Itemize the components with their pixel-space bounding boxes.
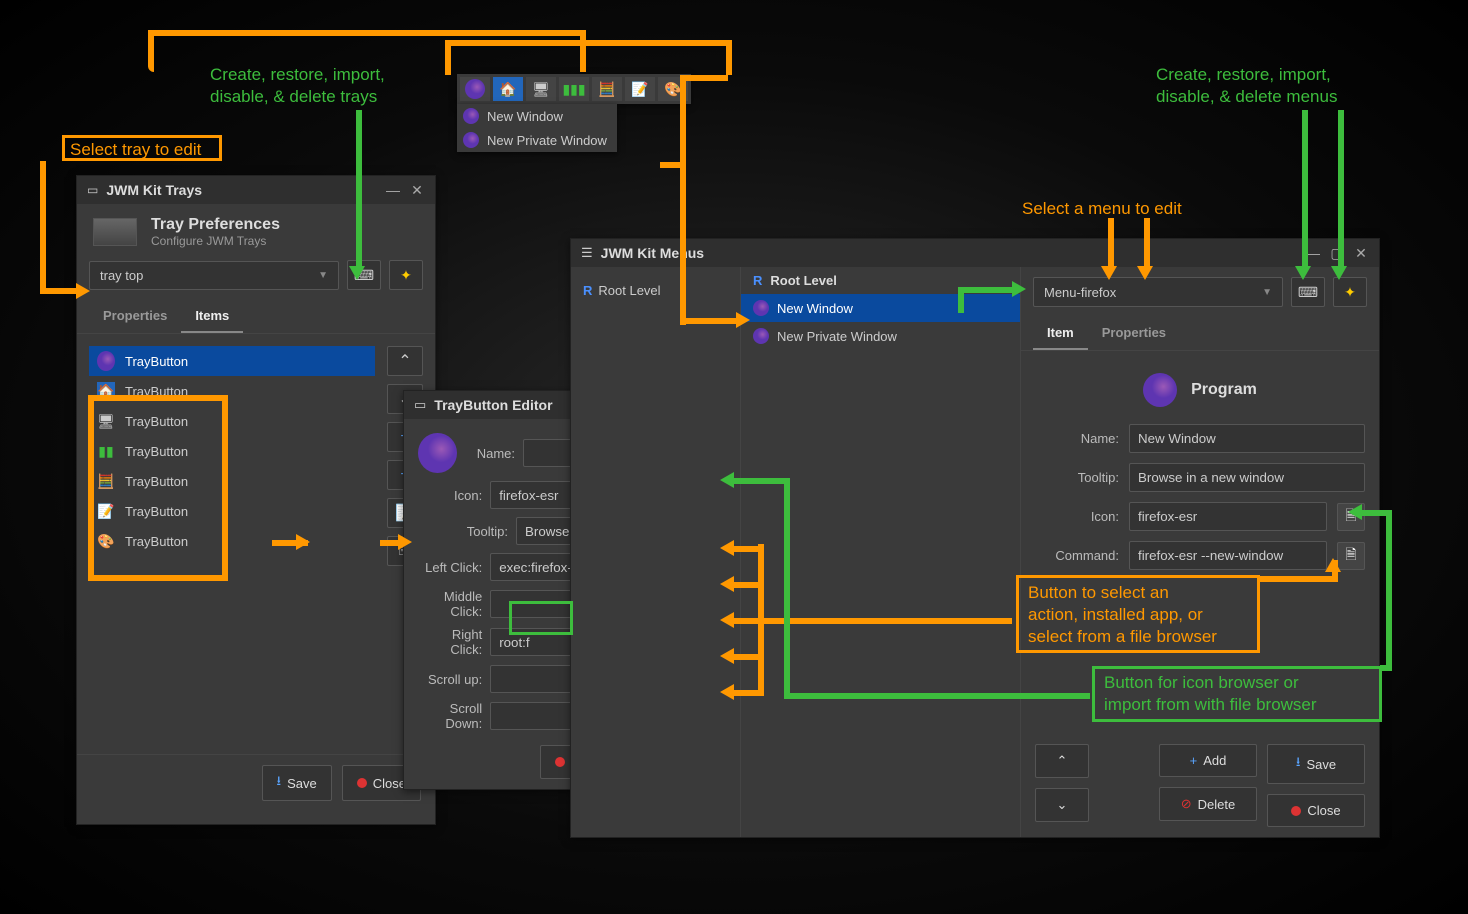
add-button[interactable]: +Add bbox=[1159, 744, 1257, 777]
trays-header: Tray Preferences Configure JWM Trays bbox=[77, 204, 435, 260]
annotation-box bbox=[509, 601, 573, 635]
firefox-icon bbox=[418, 433, 457, 473]
firefox-icon bbox=[1143, 373, 1177, 407]
tray-icon-home: 🏠 bbox=[493, 77, 523, 101]
tab-properties[interactable]: Properties bbox=[1088, 317, 1180, 350]
delete-button[interactable]: ⊘Delete bbox=[1159, 787, 1257, 821]
firefox-icon bbox=[97, 352, 115, 370]
note-icon: 📝 bbox=[97, 502, 115, 520]
close-button[interactable]: ✕ bbox=[409, 182, 425, 198]
window-icon: ☰ bbox=[581, 245, 593, 261]
annotation-box bbox=[62, 135, 222, 161]
terminal-icon: 🖥 bbox=[97, 412, 115, 430]
star-button[interactable]: ✦ bbox=[389, 260, 423, 290]
tray-icon-bars: ▮▮▮ bbox=[559, 77, 589, 101]
root-icon: R bbox=[583, 283, 592, 298]
menu-item[interactable]: New Window bbox=[741, 294, 1020, 322]
leftclick-label: Left Click: bbox=[418, 560, 482, 575]
editor-title: TrayButton Editor bbox=[434, 397, 552, 413]
tray-select-dropdown[interactable]: tray top▼ bbox=[89, 261, 339, 290]
icon-label: Icon: bbox=[418, 488, 482, 503]
move-up-button[interactable]: ⌃ bbox=[387, 346, 423, 376]
window-icon: ▭ bbox=[414, 397, 426, 413]
middleclick-label: Middle Click: bbox=[418, 589, 482, 619]
tray-menu-item[interactable]: New Window bbox=[457, 104, 617, 128]
name-input[interactable] bbox=[1129, 424, 1365, 453]
bars-icon: ▮▮ bbox=[97, 442, 115, 460]
trays-window: ▭ JWM Kit Trays — ✕ Tray Preferences Con… bbox=[76, 175, 436, 825]
list-item[interactable]: 🖥TrayButton bbox=[89, 406, 375, 436]
minimize-button[interactable]: — bbox=[385, 182, 401, 198]
trays-title: JWM Kit Trays bbox=[106, 182, 202, 198]
tray-menu-item[interactable]: New Private Window bbox=[457, 128, 617, 152]
icon-input[interactable] bbox=[1129, 502, 1327, 531]
tray-icon-note: 📝 bbox=[625, 77, 655, 101]
list-item[interactable]: TrayButton bbox=[89, 346, 375, 376]
tray-icon-calc: 🧮 bbox=[592, 77, 622, 101]
browse-command-button[interactable] bbox=[1337, 542, 1365, 570]
annotation: Create, restore, import, disable, & dele… bbox=[210, 64, 385, 108]
menus-window: ☰ JWM Kit Menus — ▢ ✕ RRoot Level RRoot … bbox=[570, 238, 1380, 838]
window-icon: ▭ bbox=[87, 183, 98, 197]
move-down-button[interactable]: ⌄ bbox=[1035, 788, 1089, 822]
trays-tabs: Properties Items bbox=[77, 300, 435, 334]
icon-label: Icon: bbox=[1035, 509, 1119, 524]
tree-root-item[interactable]: RRoot Level bbox=[571, 277, 740, 304]
menu-select-dropdown[interactable]: Menu-firefox▼ bbox=[1033, 277, 1283, 307]
list-item[interactable]: 📝TrayButton bbox=[89, 496, 375, 526]
tooltip-input[interactable] bbox=[1129, 463, 1365, 492]
annotation: Create, restore, import, disable, & dele… bbox=[1156, 64, 1337, 108]
header-title: Tray Preferences bbox=[151, 216, 280, 234]
tab-items[interactable]: Items bbox=[181, 300, 243, 333]
menus-titlebar: ☰ JWM Kit Menus — ▢ ✕ bbox=[571, 239, 1379, 267]
program-header: Program bbox=[1035, 361, 1365, 419]
name-label: Name: bbox=[1035, 431, 1119, 446]
firefox-icon bbox=[753, 300, 769, 316]
menu-editor-panel: Menu-firefox▼ ⌨ ✦ Item Properties Progra… bbox=[1021, 267, 1379, 837]
list-item[interactable]: 🧮TrayButton bbox=[89, 466, 375, 496]
tray-items-list: TrayButton 🏠TrayButton 🖥TrayButton ▮▮Tra… bbox=[89, 346, 375, 742]
scrollup-label: Scroll up: bbox=[418, 672, 482, 687]
annotation-box bbox=[1092, 666, 1382, 722]
tray-preview: 🏠 🖥 ▮▮▮ 🧮 📝 🎨 bbox=[457, 74, 691, 104]
menu-item[interactable]: New Private Window bbox=[741, 322, 1020, 350]
annotation-box bbox=[1016, 575, 1260, 653]
chevron-down-icon: ▼ bbox=[1262, 287, 1272, 298]
rightclick-label: Right Click: bbox=[418, 627, 482, 657]
close-button[interactable]: ✕ bbox=[1353, 245, 1369, 261]
command-label: Command: bbox=[1035, 548, 1119, 563]
keyboard-button[interactable]: ⌨ bbox=[1291, 277, 1325, 307]
chevron-down-icon: ▼ bbox=[318, 270, 328, 281]
list-item[interactable]: ▮▮TrayButton bbox=[89, 436, 375, 466]
list-item[interactable]: 🏠TrayButton bbox=[89, 376, 375, 406]
tooltip-label: Tooltip: bbox=[418, 524, 508, 539]
menu-tree: RRoot Level bbox=[571, 267, 741, 837]
scrolldown-label: Scroll Down: bbox=[418, 701, 482, 731]
annotation: Select a menu to edit bbox=[1022, 198, 1182, 220]
pick-icon: 🎨 bbox=[97, 532, 115, 550]
trays-titlebar: ▭ JWM Kit Trays — ✕ bbox=[77, 176, 435, 204]
firefox-icon bbox=[753, 328, 769, 344]
tray-context-menu: New Window New Private Window bbox=[457, 104, 617, 152]
header-subtitle: Configure JWM Trays bbox=[151, 234, 280, 248]
save-button[interactable]: ⭳Save bbox=[262, 765, 332, 801]
tray-icon-terminal: 🖥 bbox=[526, 77, 556, 101]
close-button[interactable]: Close bbox=[1267, 794, 1365, 827]
menu-items-panel: RRoot Level New Window New Private Windo… bbox=[741, 267, 1021, 837]
star-button[interactable]: ✦ bbox=[1333, 277, 1367, 307]
save-button[interactable]: ⭳Save bbox=[1267, 744, 1365, 784]
tab-properties[interactable]: Properties bbox=[89, 300, 181, 333]
command-input[interactable] bbox=[1129, 541, 1327, 570]
tray-icon-firefox bbox=[460, 77, 490, 101]
menus-title: JWM Kit Menus bbox=[601, 245, 704, 261]
tray-icon bbox=[93, 218, 137, 246]
tab-item[interactable]: Item bbox=[1033, 317, 1088, 350]
list-item[interactable]: 🎨TrayButton bbox=[89, 526, 375, 556]
calc-icon: 🧮 bbox=[97, 472, 115, 490]
name-label: Name: bbox=[469, 446, 515, 461]
root-icon: R bbox=[753, 273, 762, 288]
move-up-button[interactable]: ⌃ bbox=[1035, 744, 1089, 778]
tooltip-label: Tooltip: bbox=[1035, 470, 1119, 485]
